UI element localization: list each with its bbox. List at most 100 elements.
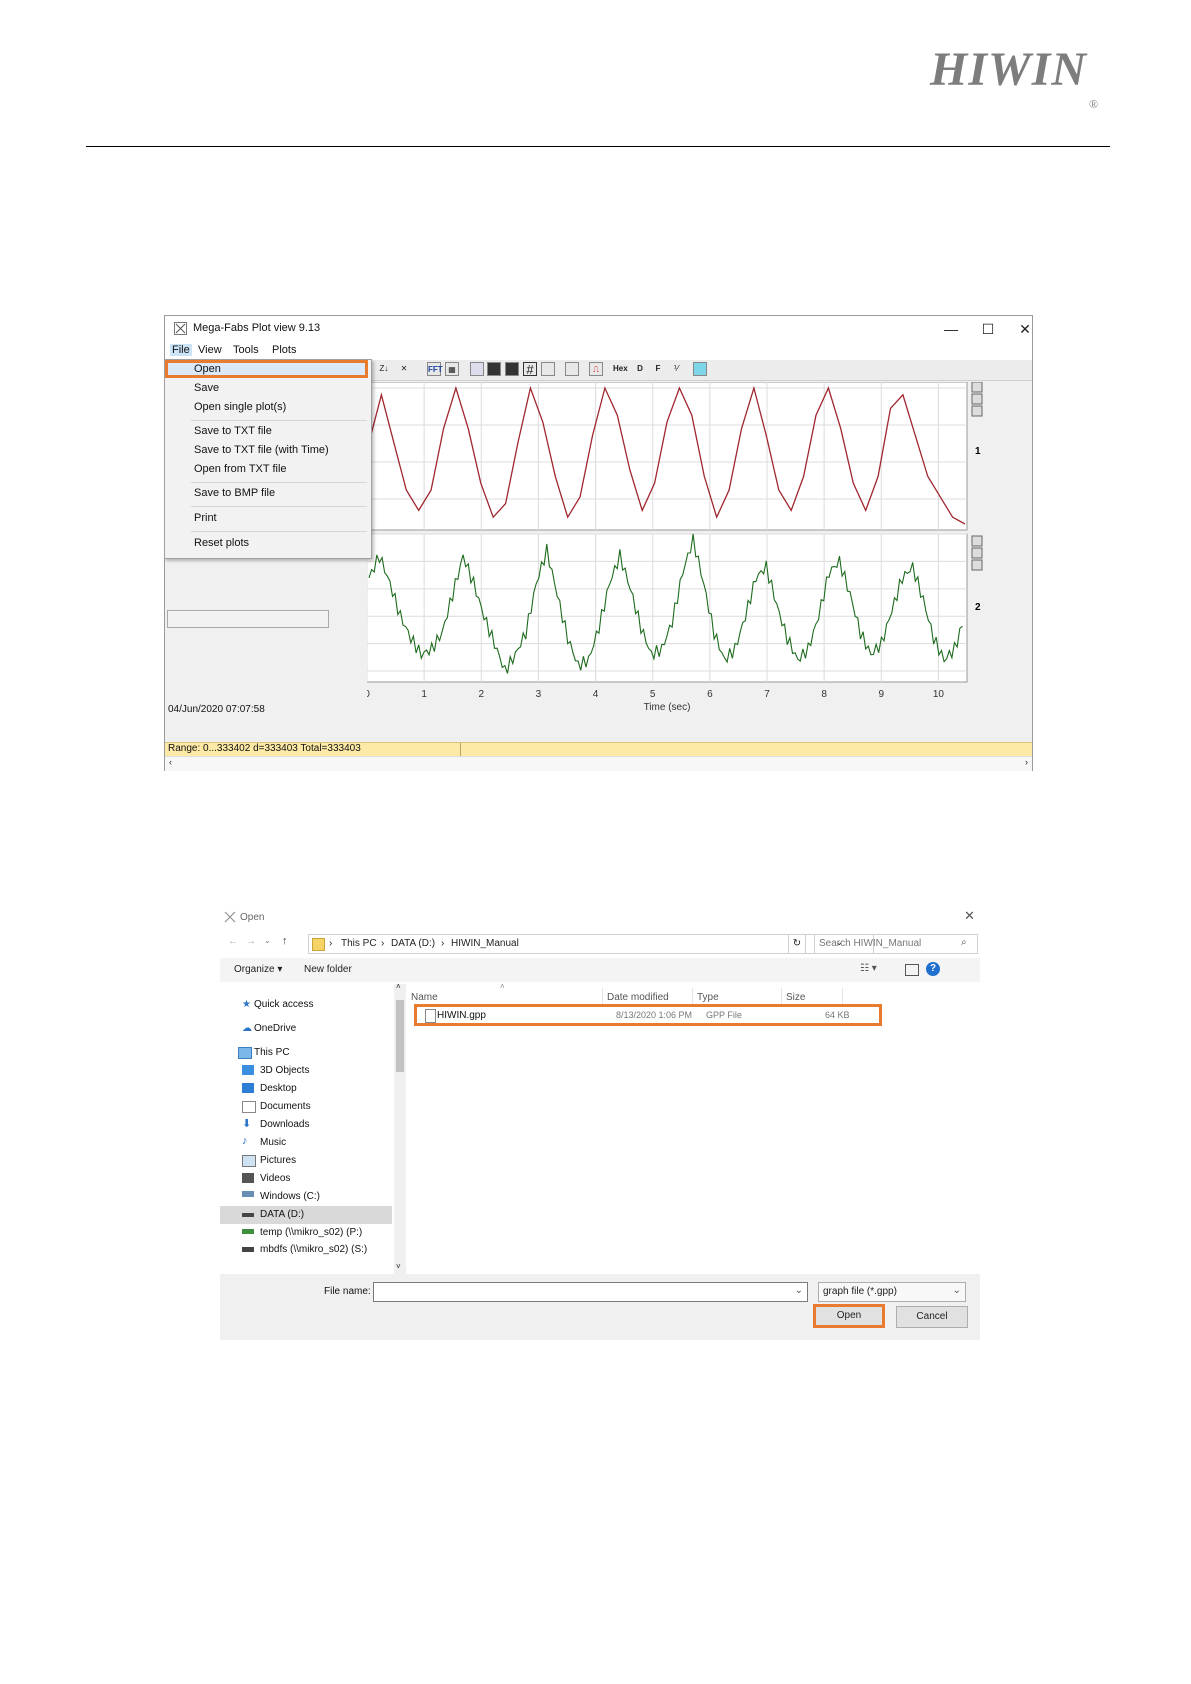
menu-view[interactable]: View <box>198 344 222 356</box>
menu-reset-plots[interactable]: Reset plots <box>194 537 249 549</box>
nav-this-pc[interactable]: This PC <box>254 1047 290 1058</box>
cursor-icon[interactable]: ⅟ <box>669 362 683 376</box>
color-icon[interactable] <box>693 362 707 376</box>
x-axis-label: Time (sec) <box>644 702 691 712</box>
search-input[interactable]: Search HIWIN_Manual ⌕ <box>814 934 978 954</box>
nav-mbdfs-s[interactable]: mbdfs (\\mikro_s02) (S:) <box>260 1244 367 1256</box>
scroll-left-icon[interactable]: ‹ <box>169 757 172 767</box>
zoom-icon[interactable] <box>470 362 484 376</box>
menu-open-single-plot[interactable]: Open single plot(s) <box>194 401 286 413</box>
plot1-toggle-icon[interactable] <box>971 382 983 393</box>
file-row[interactable]: HIWIN.gpp 8/13/2020 1:06 PM GPP File 64 … <box>414 1004 882 1026</box>
plot2-hold-icon[interactable] <box>971 559 983 571</box>
menu-tools[interactable]: Tools <box>233 344 259 356</box>
sort-tool-button[interactable]: Z↓ <box>377 362 391 376</box>
breadcrumb-sep: › <box>329 938 333 949</box>
help-icon[interactable]: ? <box>926 962 940 976</box>
nav-desktop[interactable]: Desktop <box>260 1083 297 1094</box>
breadcrumb-sep: › <box>441 938 445 949</box>
documents-icon <box>242 1101 256 1113</box>
nav-windows-c[interactable]: Windows (C:) <box>260 1191 320 1202</box>
file-name-input[interactable]: ⌄ <box>373 1282 808 1302</box>
print-icon[interactable] <box>565 362 579 376</box>
new-folder-button[interactable]: New folder <box>304 964 352 975</box>
up-arrow-icon[interactable]: ↑ <box>282 935 288 947</box>
breadcrumb-data-d[interactable]: DATA (D:) <box>391 938 435 949</box>
maximize-button[interactable]: ☐ <box>973 319 1003 339</box>
column-type[interactable]: Type <box>697 992 719 1003</box>
3d-objects-icon <box>242 1065 254 1075</box>
menu-open[interactable]: Open <box>194 363 221 375</box>
menu-file[interactable]: File <box>170 344 192 356</box>
cancel-button[interactable]: Cancel <box>896 1306 968 1328</box>
scroll-thumb[interactable] <box>396 1000 404 1072</box>
plot2-toggle-icon[interactable] <box>971 535 983 547</box>
file-type-value: graph file (*.gpp) <box>823 1286 897 1297</box>
folder-icon <box>312 938 325 951</box>
plot2-number: 2 <box>975 602 981 613</box>
float-button[interactable]: F <box>651 362 665 376</box>
forward-arrow-icon[interactable]: → <box>246 936 256 947</box>
table-icon[interactable] <box>541 362 555 376</box>
file-type-select[interactable]: graph file (*.gpp) ⌄ <box>818 1282 966 1302</box>
nav-documents[interactable]: Documents <box>260 1101 311 1112</box>
nav-data-d[interactable]: DATA (D:) <box>260 1209 304 1220</box>
preview-pane-icon[interactable] <box>905 964 919 976</box>
open-button[interactable]: Open <box>813 1304 885 1328</box>
nav-temp-p[interactable]: temp (\\mikro_s02) (P:) <box>260 1227 362 1238</box>
menu-save-txt[interactable]: Save to TXT file <box>194 425 272 437</box>
nav-quick-access[interactable]: Quick access <box>254 999 313 1010</box>
nav-onedrive[interactable]: OneDrive <box>254 1023 296 1034</box>
menu-save[interactable]: Save <box>194 382 219 394</box>
menu-plots[interactable]: Plots <box>272 344 296 356</box>
refresh-button[interactable]: ↻ <box>788 934 806 954</box>
file-type-dropdown-icon: ⌄ <box>952 1285 961 1296</box>
plot1-hold-icon[interactable] <box>971 405 983 417</box>
column-date-modified[interactable]: Date modified <box>607 992 669 1003</box>
hex-button[interactable]: Hex <box>613 362 628 376</box>
nav-scrollbar[interactable]: ˄ ˅ <box>394 982 406 1274</box>
nav-3d-objects[interactable]: 3D Objects <box>260 1065 309 1076</box>
nav-videos[interactable]: Videos <box>260 1173 290 1184</box>
grid-icon[interactable]: ▦ <box>445 362 459 376</box>
back-arrow-icon[interactable]: ← <box>228 936 238 947</box>
dialog-title: Open <box>240 912 265 923</box>
nav-pictures[interactable]: Pictures <box>260 1155 296 1166</box>
downloads-icon: ⬇ <box>242 1118 252 1130</box>
disk-icon[interactable] <box>505 362 519 376</box>
scroll-up-icon[interactable]: ˄ <box>396 982 401 991</box>
view-options-icon[interactable]: ☷ ▾ <box>860 963 877 974</box>
decimal-button[interactable]: D <box>633 362 647 376</box>
minimize-button[interactable]: — <box>936 319 966 339</box>
dialog-close-icon[interactable]: ✕ <box>964 908 975 924</box>
scroll-down-icon[interactable]: ˅ <box>396 1262 401 1271</box>
save-icon[interactable] <box>487 362 501 376</box>
menu-save-bmp[interactable]: Save to BMP file <box>194 487 275 499</box>
menu-open-txt[interactable]: Open from TXT file <box>194 463 287 475</box>
file-name-dropdown-icon[interactable]: ⌄ <box>795 1285 803 1296</box>
plot2-close-icon[interactable] <box>971 547 983 559</box>
column-size[interactable]: Size <box>786 992 805 1003</box>
horizontal-scrollbar[interactable]: ‹ › <box>165 756 1032 771</box>
column-name[interactable]: Name <box>411 992 438 1003</box>
nav-downloads[interactable]: Downloads <box>260 1119 309 1130</box>
scroll-right-icon[interactable]: › <box>1025 757 1028 767</box>
nav-music[interactable]: Music <box>260 1137 286 1148</box>
menu-print[interactable]: Print <box>194 512 217 524</box>
status-separator <box>460 743 461 756</box>
pulse-icon[interactable]: ⎍ <box>589 362 603 376</box>
close-button[interactable]: ✕ <box>1010 319 1040 339</box>
x-tick-label: 2 <box>479 689 485 700</box>
organize-button[interactable]: Organize ▾ <box>234 964 282 975</box>
plot1-close-icon[interactable] <box>971 393 983 405</box>
menu-save-txt-time[interactable]: Save to TXT file (with Time) <box>194 444 329 456</box>
fft-button[interactable]: FFT <box>427 362 443 376</box>
x-tick-label: 10 <box>933 689 945 700</box>
gridlines-icon[interactable]: # <box>523 362 537 377</box>
clear-tool-button[interactable]: ✕ <box>397 362 411 376</box>
recent-chevron-icon[interactable]: ⌄ <box>264 936 271 945</box>
breadcrumb-this-pc[interactable]: This PC <box>341 938 377 949</box>
search-placeholder: Search HIWIN_Manual <box>819 938 922 949</box>
breadcrumb-hiwin-manual[interactable]: HIWIN_Manual <box>451 938 519 949</box>
navigation-pane: ★ Quick access ☁ OneDrive This PC 3D Obj… <box>220 984 392 1274</box>
